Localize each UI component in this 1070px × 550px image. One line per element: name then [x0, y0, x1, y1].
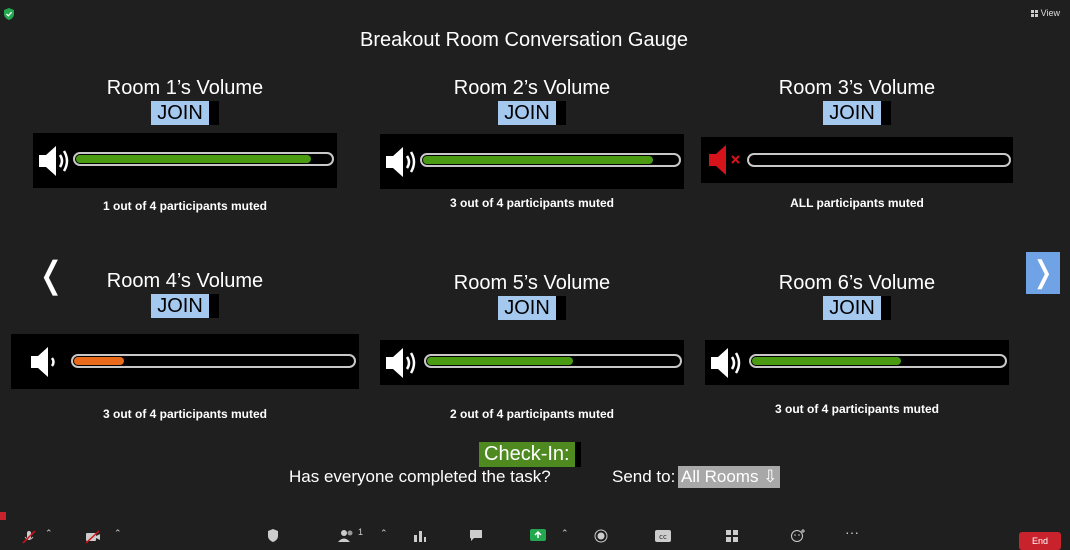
join-room-6-button[interactable]: JOIN — [823, 296, 881, 320]
meeting-toolbar: ⌃ ⌃ 1 ⌃ ⌃ cc ··· — [0, 522, 1070, 550]
room-title: Room 1’s Volume — [106, 77, 264, 99]
room-2-volume-gauge — [380, 134, 684, 189]
page-title: Breakout Room Conversation Gauge — [360, 29, 688, 51]
join-room-1-button[interactable]: JOIN — [151, 101, 209, 125]
video-options-chevron-icon[interactable]: ⌃ — [114, 528, 122, 542]
join-room-4-button[interactable]: JOIN — [151, 294, 209, 318]
speaker-icon — [386, 347, 416, 378]
room-5-volume-gauge — [380, 340, 684, 385]
room-title: Room 4’s Volume — [106, 270, 264, 292]
previous-page-arrow[interactable]: ❬ — [36, 254, 66, 296]
closed-caption-icon[interactable]: cc — [654, 529, 672, 543]
svg-text:cc: cc — [659, 533, 667, 541]
volume-track — [420, 153, 681, 167]
volume-fill — [74, 357, 124, 365]
breakout-rooms-icon[interactable] — [725, 529, 739, 543]
polls-icon[interactable] — [413, 529, 427, 543]
room-4-volume-gauge — [11, 334, 359, 389]
security-icon[interactable] — [267, 529, 279, 543]
chat-icon[interactable] — [469, 529, 483, 543]
volume-track — [749, 354, 1007, 368]
speaker-icon — [386, 146, 416, 177]
room-title: Room 5’s Volume — [453, 272, 611, 294]
room-2-card: Room 2’s Volume JOIN — [372, 76, 692, 125]
room-title: Room 6’s Volume — [778, 272, 936, 294]
volume-fill — [752, 357, 901, 365]
volume-track — [73, 152, 334, 166]
participants-count: 1 — [358, 527, 364, 537]
video-off-icon[interactable] — [85, 530, 101, 544]
record-icon[interactable] — [594, 529, 608, 543]
room-6-volume-gauge — [705, 340, 1009, 385]
room-3-card: Room 3’s Volume JOIN — [697, 76, 1017, 125]
audio-options-chevron-icon[interactable]: ⌃ — [45, 528, 53, 542]
more-options-icon[interactable]: ··· — [845, 524, 859, 540]
send-to-dropdown[interactable]: All Rooms ⇩ — [678, 466, 781, 488]
join-room-2-button[interactable]: JOIN — [498, 101, 556, 125]
speaker-muted-icon — [709, 145, 740, 175]
checkin-label: Check-In: — [479, 442, 581, 467]
room-title: Room 3’s Volume — [778, 77, 936, 99]
speaker-low-icon — [31, 346, 55, 377]
security-shield-icon[interactable] — [3, 8, 15, 20]
join-room-3-button[interactable]: JOIN — [823, 101, 881, 125]
room-6-card: Room 6’s Volume JOIN — [697, 271, 1017, 320]
grid-view-icon — [1030, 9, 1038, 17]
room-3-muted-status: ALL participants muted — [790, 196, 924, 210]
volume-track — [71, 354, 356, 368]
participants-chevron-icon[interactable]: ⌃ — [380, 528, 388, 542]
room-4-muted-status: 3 out of 4 participants muted — [102, 407, 267, 421]
recording-indicator-icon — [0, 512, 6, 520]
send-to-label: Send to: — [612, 467, 676, 486]
room-4-card: Room 4’s Volume JOIN — [25, 269, 345, 318]
room-2-muted-status: 3 out of 4 participants muted — [449, 196, 614, 210]
room-5-muted-status: 2 out of 4 participants muted — [449, 407, 614, 421]
volume-track — [747, 153, 1011, 167]
end-meeting-button[interactable]: End — [1019, 532, 1061, 550]
reactions-icon[interactable] — [790, 528, 806, 542]
next-page-button[interactable]: ❭ — [1026, 252, 1060, 294]
room-title: Room 2’s Volume — [453, 77, 611, 99]
share-screen-icon[interactable] — [529, 528, 547, 542]
volume-fill — [76, 155, 311, 163]
speaker-icon — [711, 347, 741, 378]
join-room-5-button[interactable]: JOIN — [498, 296, 556, 320]
view-button[interactable]: View — [1030, 8, 1060, 18]
checkin-question: Has everyone completed the task? — [289, 467, 551, 486]
room-5-card: Room 5’s Volume JOIN — [372, 271, 692, 320]
view-label: View — [1040, 8, 1060, 18]
share-options-chevron-icon[interactable]: ⌃ — [561, 528, 569, 542]
volume-fill — [423, 156, 653, 164]
speaker-icon — [39, 145, 69, 176]
volume-fill — [427, 357, 573, 365]
volume-track — [424, 354, 682, 368]
room-6-muted-status: 3 out of 4 participants muted — [774, 402, 939, 416]
room-3-volume-gauge — [701, 137, 1013, 183]
microphone-muted-icon[interactable] — [22, 530, 36, 544]
room-1-muted-status: 1 out of 4 participants muted — [102, 199, 267, 213]
participants-icon[interactable] — [338, 529, 356, 543]
room-1-card: Room 1’s Volume JOIN — [25, 76, 345, 125]
room-1-volume-gauge — [33, 133, 337, 188]
